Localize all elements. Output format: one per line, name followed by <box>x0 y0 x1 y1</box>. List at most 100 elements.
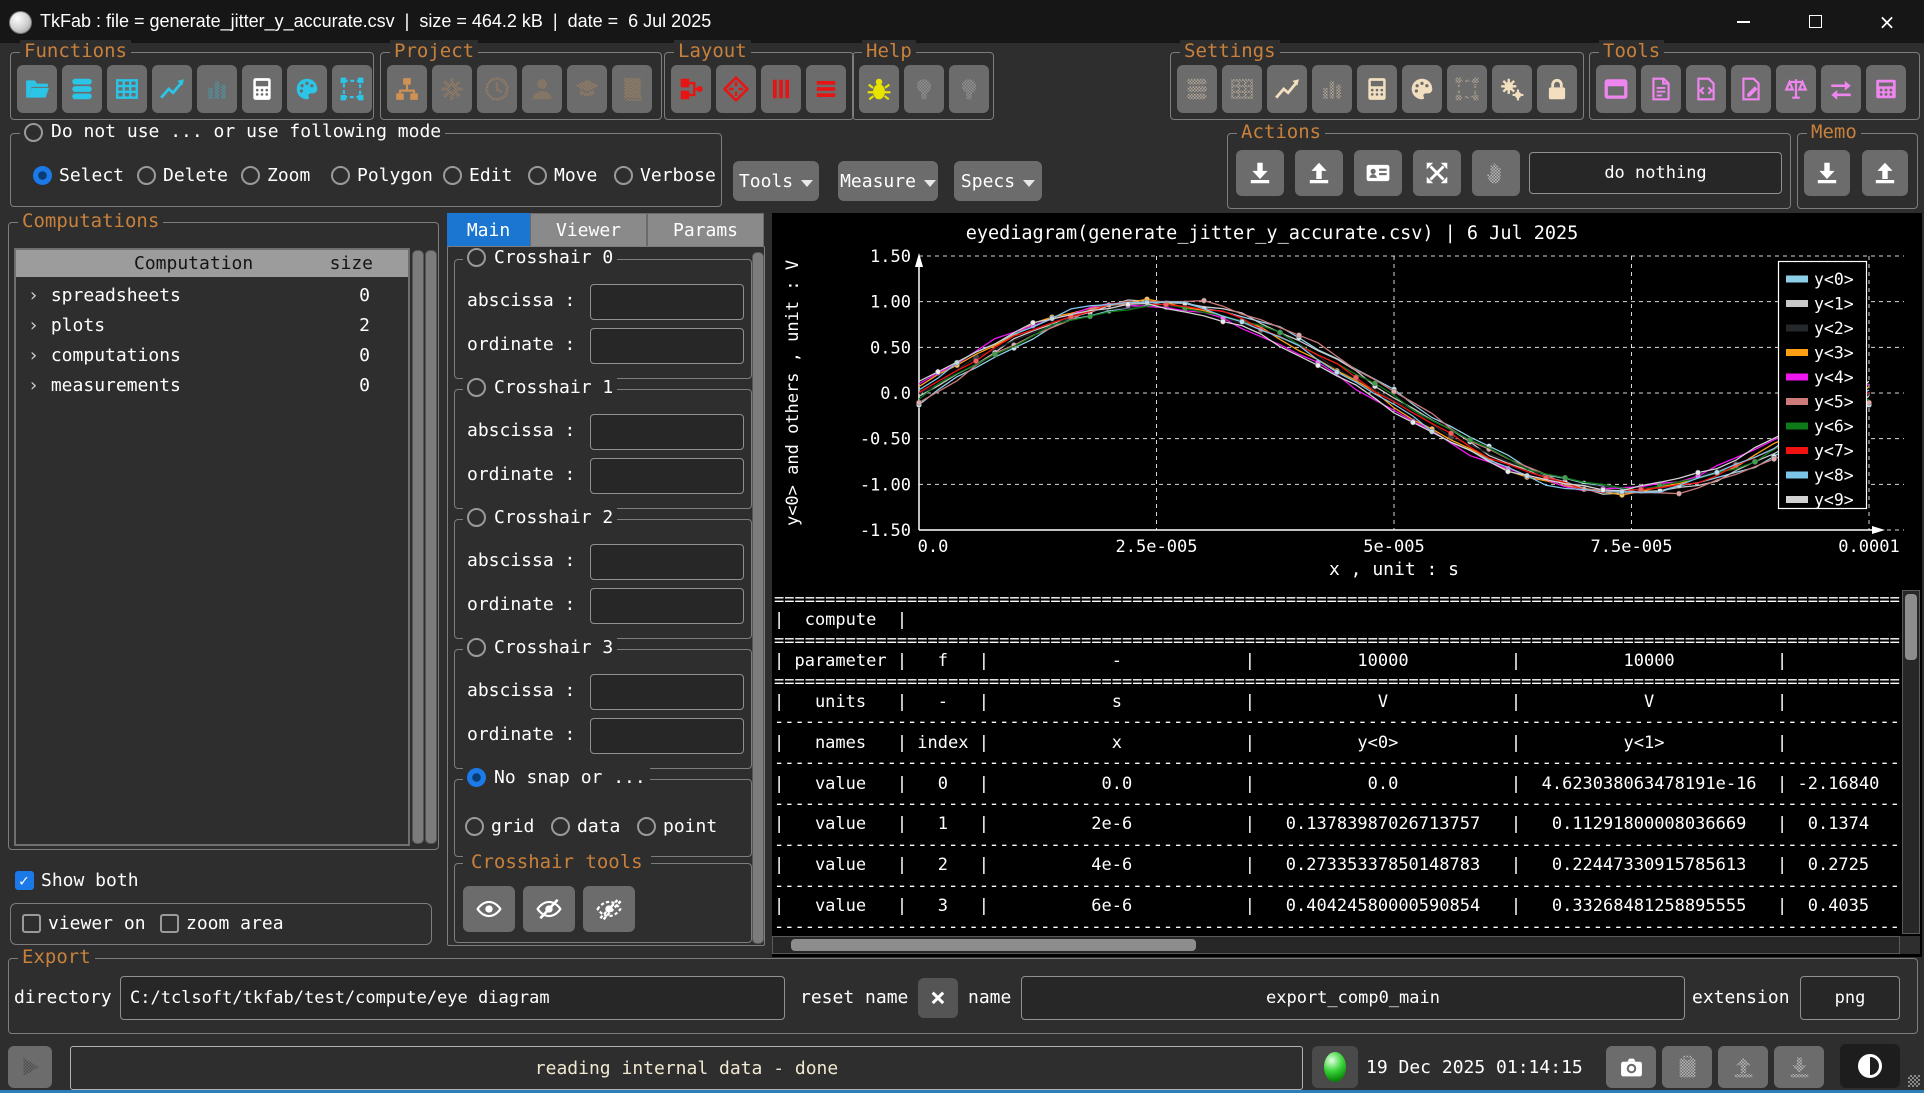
run-button[interactable] <box>8 1046 52 1088</box>
mode-option-polygon[interactable]: Polygon <box>331 165 433 186</box>
close-button[interactable]: × <box>1865 0 1909 43</box>
tab-params[interactable]: Params <box>647 213 764 247</box>
code-document-button[interactable] <box>1686 65 1726 113</box>
mode-option-verbose[interactable]: Verbose <box>614 165 716 186</box>
lightbulb-button[interactable] <box>904 65 944 113</box>
palette-button[interactable] <box>287 65 327 113</box>
crosshair-1-ordinate-input[interactable] <box>590 458 744 494</box>
crosshair-2-radio[interactable] <box>467 508 486 527</box>
crosshair-3-ordinate-input[interactable] <box>590 718 744 754</box>
clock-button[interactable] <box>477 65 517 113</box>
mode-option-move[interactable]: Move <box>528 165 597 186</box>
calculator-button[interactable] <box>242 65 282 113</box>
snap-option-data[interactable]: data <box>551 816 620 837</box>
table-button[interactable] <box>107 65 147 113</box>
mode-option-zoom[interactable]: Zoom <box>241 165 310 186</box>
target-button[interactable] <box>716 65 756 113</box>
mode-radio-edit[interactable] <box>443 166 462 185</box>
dropdown-specs[interactable]: Specs <box>954 161 1042 201</box>
snap-option-point[interactable]: point <box>637 816 717 837</box>
resize-grip[interactable] <box>1908 1075 1920 1087</box>
status-upload-button[interactable] <box>1718 1046 1768 1088</box>
person-button[interactable] <box>522 65 562 113</box>
book-button[interactable] <box>612 65 652 113</box>
bug-button[interactable] <box>859 65 899 113</box>
horizontal-bars-button[interactable] <box>806 65 846 113</box>
bar-chart-button[interactable] <box>197 65 237 113</box>
export-name-input[interactable]: export_comp0_main <box>1021 976 1685 1020</box>
mode-radio-zoom[interactable] <box>241 166 260 185</box>
crosshair-0-abscissa-input[interactable] <box>590 284 744 320</box>
reset-name-button[interactable]: × <box>918 978 958 1018</box>
maximize-button[interactable] <box>1793 0 1837 43</box>
folder-open-button[interactable] <box>17 65 57 113</box>
selection-frame-button[interactable] <box>332 65 372 113</box>
dropdown-tools[interactable]: Tools <box>733 161 819 201</box>
chevron-right-icon[interactable]: › <box>28 315 39 336</box>
mode-option-delete[interactable]: Delete <box>137 165 228 186</box>
computations-tree[interactable]: Computation size ›spreadsheets0›plots2›c… <box>14 248 410 846</box>
mode-radio-polygon[interactable] <box>331 166 350 185</box>
crosshair-panel-scrollbar[interactable] <box>752 252 764 944</box>
chevron-right-icon[interactable]: › <box>28 375 39 396</box>
no-snap-radio[interactable] <box>467 768 486 787</box>
do-not-use-radio[interactable] <box>24 123 43 142</box>
tab-viewer[interactable]: Viewer <box>530 213 647 247</box>
line-chart-button[interactable] <box>152 65 192 113</box>
bar-chart-button[interactable] <box>1312 65 1352 113</box>
mode-option-edit[interactable]: Edit <box>443 165 512 186</box>
layout-tree-button[interactable] <box>671 65 711 113</box>
tab-main[interactable]: Main <box>447 213 530 247</box>
mode-radio-move[interactable] <box>528 166 547 185</box>
mode-option-select[interactable]: Select <box>33 165 124 186</box>
tree-item-measurements[interactable]: ›measurements0 <box>16 370 408 400</box>
chevron-right-icon[interactable]: › <box>28 285 39 306</box>
lightbulb-button[interactable] <box>949 65 989 113</box>
org-tree-button[interactable] <box>387 65 427 113</box>
swap-arrows-button[interactable] <box>1821 65 1861 113</box>
vertical-bars-button[interactable] <box>761 65 801 113</box>
crosshair-0-radio[interactable] <box>467 248 486 267</box>
palette-button[interactable] <box>1402 65 1442 113</box>
edit-document-button[interactable] <box>1731 65 1771 113</box>
led-indicator-button[interactable] <box>1312 1046 1358 1088</box>
eye-button[interactable] <box>463 886 515 932</box>
crosshair-3-radio[interactable] <box>467 638 486 657</box>
table-calc-button[interactable] <box>1866 65 1906 113</box>
tree-item-spreadsheets[interactable]: ›spreadsheets0 <box>16 280 408 310</box>
line-chart-button[interactable] <box>1267 65 1307 113</box>
show-both-checkbox[interactable] <box>15 871 34 890</box>
database-button[interactable] <box>62 65 102 113</box>
mode-radio-delete[interactable] <box>137 166 156 185</box>
action-id-card-button[interactable] <box>1354 150 1402 196</box>
chevron-right-icon[interactable]: › <box>28 345 39 366</box>
table-button[interactable] <box>1222 65 1262 113</box>
crosshair-1-abscissa-input[interactable] <box>590 414 744 450</box>
action-download-button[interactable] <box>1236 150 1284 196</box>
panel-sash[interactable] <box>425 250 437 844</box>
action-upload-button[interactable] <box>1295 150 1343 196</box>
action-expand-button[interactable] <box>1413 150 1461 196</box>
lock-button[interactable] <box>1537 65 1577 113</box>
do-nothing-combo[interactable]: do nothing <box>1529 152 1782 194</box>
action-hand-button[interactable] <box>1472 150 1520 196</box>
minimize-button[interactable] <box>1721 0 1765 43</box>
status-clipboard-button[interactable] <box>1662 1046 1712 1088</box>
table-vertical-scrollbar[interactable] <box>1902 590 1920 934</box>
contrast-toggle-button[interactable] <box>1840 1044 1900 1088</box>
snap-radio-data[interactable] <box>551 817 570 836</box>
extension-input[interactable]: png <box>1800 976 1900 1020</box>
memo-upload-button[interactable] <box>1862 150 1908 196</box>
table-horizontal-scrollbar[interactable] <box>772 936 1900 954</box>
calculator-button[interactable] <box>1357 65 1397 113</box>
gears-button[interactable] <box>1492 65 1532 113</box>
crosshair-0-ordinate-input[interactable] <box>590 328 744 364</box>
directory-input[interactable]: C:/tclsoft/tkfab/test/compute/eye diagra… <box>120 976 785 1020</box>
eye-off-button[interactable] <box>523 886 575 932</box>
database-button[interactable] <box>1177 65 1217 113</box>
crosshair-1-radio[interactable] <box>467 378 486 397</box>
snap-radio-point[interactable] <box>637 817 656 836</box>
graduation-cap-button[interactable] <box>567 65 607 113</box>
window-button[interactable] <box>1596 65 1636 113</box>
dropdown-measure[interactable]: Measure <box>838 161 938 201</box>
